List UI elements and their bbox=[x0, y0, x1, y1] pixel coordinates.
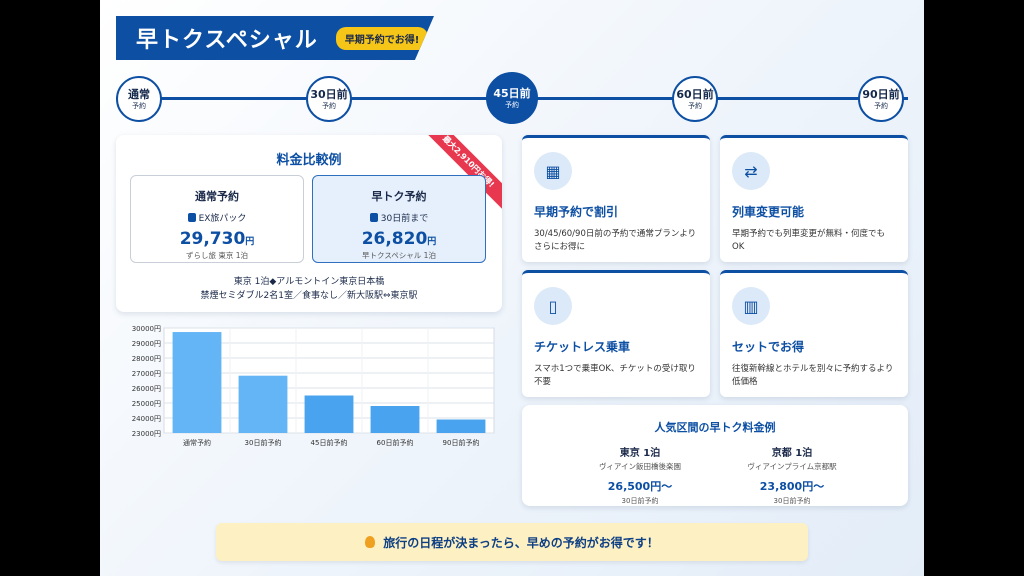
timeline-node-sublabel: 予約 bbox=[874, 101, 888, 110]
page-title: 早トクスペシャル bbox=[136, 28, 318, 53]
route-price: 26,500円〜 bbox=[607, 480, 673, 493]
fare-label: 早トク予約 bbox=[371, 190, 427, 203]
route-kyoto: 京都 1泊 ヴィアインプライム京都駅 23,800円〜 30日前予約 bbox=[712, 444, 872, 506]
route-name: 東京 1泊 bbox=[619, 448, 661, 459]
feature-title: 早期予約で割引 bbox=[534, 205, 619, 219]
calendar-icon: ▦ bbox=[534, 152, 572, 190]
chart-y-tick-label: 25000円 bbox=[132, 400, 161, 408]
feature-title: セットでお得 bbox=[732, 340, 805, 354]
chart-bar bbox=[370, 406, 420, 433]
fare-price-unit: 円 bbox=[245, 237, 255, 247]
feature-card-ticketless: ▯ チケットレス乗車 スマホ1つで乗車OK、チケットの受け取り不要 bbox=[522, 270, 710, 397]
fare-price: 29,730円 bbox=[131, 229, 303, 249]
comparison-description: 東京 1泊◆アルモントイン東京日本橋 禁煙セミダブル2名1室／食事なし／新大阪駅… bbox=[116, 275, 502, 303]
swap-icon: ⇄ bbox=[732, 152, 770, 190]
description-line: 東京 1泊◆アルモントイン東京日本橋 bbox=[233, 277, 385, 287]
chart-y-tick-label: 23000円 bbox=[132, 430, 161, 438]
smartphone-icon: ▯ bbox=[534, 287, 572, 325]
chart-y-tick-label: 26000円 bbox=[132, 385, 161, 393]
feature-card-train-change: ⇄ 列車変更可能 早期予約でも列車変更が無料・何度でもOK bbox=[720, 135, 908, 262]
chart-x-tick-label: 45日前予約 bbox=[311, 438, 348, 447]
feature-title: 列車変更可能 bbox=[732, 205, 805, 219]
chart-y-tick-label: 29000円 bbox=[132, 340, 161, 348]
price-bar-chart: 23000円 24000円 25000円 26000円 27000円 28000円 2900… bbox=[132, 325, 495, 447]
building-icon: ▥ bbox=[732, 287, 770, 325]
timeline-node-45days: 45日前 予約 bbox=[486, 72, 538, 124]
routes-title: 人気区間の早トク料金例 bbox=[654, 421, 776, 434]
feature-title: チケットレス乗車 bbox=[534, 340, 631, 354]
slide: 早トクスペシャル 早期予約でお得! 通常 予約 30日前 予約 45日前 予約 … bbox=[100, 0, 924, 576]
chart-bar bbox=[238, 375, 288, 433]
route-note: 30日前予約 bbox=[621, 497, 659, 505]
timeline-node-sublabel: 予約 bbox=[322, 101, 336, 110]
description-line: 禁煙セミダブル2名1室／食事なし／新大阪駅⇔東京駅 bbox=[200, 291, 418, 301]
chart-y-tick-label: 24000円 bbox=[132, 415, 161, 423]
timeline-node-label: 通常 bbox=[128, 87, 150, 101]
fare-price-value: 29,730 bbox=[179, 229, 246, 249]
feature-description: スマホ1つで乗車OK、チケットの受け取り不要 bbox=[534, 364, 696, 387]
fare-label: 通常予約 bbox=[195, 190, 239, 203]
fare-note: 早トクスペシャル 1泊 bbox=[362, 251, 436, 260]
timeline-node-normal: 通常 予約 bbox=[116, 76, 162, 122]
timeline-node-label: 90日前 bbox=[862, 87, 900, 101]
feature-description: 30/45/60/90日前の予約で通常プランよりさらにお得に bbox=[534, 229, 697, 252]
timeline-node-90days: 90日前 予約 bbox=[858, 76, 904, 122]
tip-banner: 旅行の日程が決まったら、早めの予約がお得です！ bbox=[216, 523, 808, 561]
fare-condition: EX旅パック bbox=[131, 211, 303, 224]
feature-card-set-deal: ▥ セットでお得 往復新幹線とホテルを別々に予約するより低価格 bbox=[720, 270, 908, 397]
chart-y-tick-label: 28000円 bbox=[132, 355, 161, 363]
timeline-node-sublabel: 予約 bbox=[505, 100, 519, 109]
timeline-node-label: 45日前 bbox=[493, 86, 531, 100]
header-banner: 早トクスペシャル 早期予約でお得! bbox=[116, 16, 434, 60]
chart-x-tick-label: 30日前予約 bbox=[245, 438, 282, 447]
route-hotel: ヴィアイン飯田橋後楽園 bbox=[598, 462, 682, 471]
route-name: 京都 1泊 bbox=[771, 448, 813, 459]
route-note: 30日前予約 bbox=[773, 497, 811, 505]
comparison-title: 料金比較例 bbox=[276, 153, 342, 168]
timeline-node-30days: 30日前 予約 bbox=[306, 76, 352, 122]
fare-condition: 30日前まで bbox=[313, 211, 485, 224]
timeline-node-label: 30日前 bbox=[310, 87, 348, 101]
fare-condition-text: 30日前まで bbox=[380, 214, 429, 224]
early-booking-badge: 早期予約でお得! bbox=[335, 26, 429, 50]
fare-price: 26,820円 bbox=[313, 229, 485, 249]
fare-comparison-panel: 料金比較例 最大2,910円お得! 通常予約 EX旅パック 29,730円 ずら… bbox=[116, 135, 502, 312]
fare-condition-text: EX旅パック bbox=[198, 214, 247, 224]
lock-icon bbox=[187, 213, 196, 222]
route-price: 23,800円〜 bbox=[759, 480, 825, 493]
normal-fare-box: 通常予約 EX旅パック 29,730円 ずらし旅 東京 1泊 bbox=[130, 175, 304, 263]
chart-x-tick-label: 60日前予約 bbox=[377, 438, 414, 447]
calendar-check-icon bbox=[369, 213, 378, 222]
timeline-node-label: 60日前 bbox=[676, 87, 714, 101]
fare-price-unit: 円 bbox=[427, 237, 437, 247]
chart-bar bbox=[172, 332, 222, 433]
fare-price-value: 26,820 bbox=[361, 229, 428, 249]
feature-description: 往復新幹線とホテルを別々に予約するより低価格 bbox=[732, 364, 894, 387]
chart-bar bbox=[436, 419, 486, 433]
lightbulb-icon bbox=[365, 536, 376, 548]
early-fare-box: 早トク予約 30日前まで 26,820円 早トクスペシャル 1泊 bbox=[312, 175, 486, 263]
chart-x-tick-label: 90日前予約 bbox=[443, 438, 480, 447]
route-hotel: ヴィアインプライム京都駅 bbox=[747, 462, 837, 471]
feature-card-early-discount: ▦ 早期予約で割引 30/45/60/90日前の予約で通常プランよりさらにお得に bbox=[522, 135, 710, 262]
chart-bar bbox=[304, 395, 354, 433]
timeline-node-sublabel: 予約 bbox=[688, 101, 702, 110]
timeline-node-60days: 60日前 予約 bbox=[672, 76, 718, 122]
route-tokyo: 東京 1泊 ヴィアイン飯田橋後楽園 26,500円〜 30日前予約 bbox=[560, 444, 720, 506]
tip-text: 旅行の日程が決まったら、早めの予約がお得です！ bbox=[383, 535, 659, 550]
chart-x-tick-label: 通常予約 bbox=[183, 438, 211, 447]
fare-note: ずらし旅 東京 1泊 bbox=[185, 251, 249, 260]
feature-description: 早期予約でも列車変更が無料・何度でもOK bbox=[732, 229, 886, 252]
chart-y-tick-label: 30000円 bbox=[132, 325, 161, 333]
popular-routes-panel: 人気区間の早トク料金例 東京 1泊 ヴィアイン飯田橋後楽園 26,500円〜 3… bbox=[522, 405, 908, 506]
chart-y-tick-label: 27000円 bbox=[132, 370, 161, 378]
timeline-node-sublabel: 予約 bbox=[132, 101, 146, 110]
